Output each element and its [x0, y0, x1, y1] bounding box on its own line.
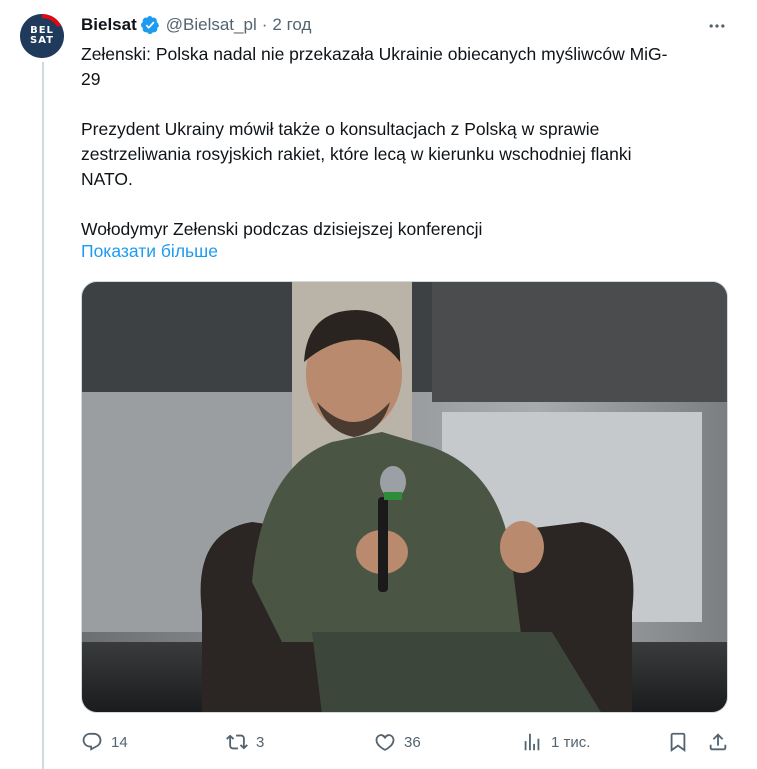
tweet-line: zestrzeliwania rosyjskich rakiet, które …: [81, 144, 632, 164]
bookmark-button[interactable]: [667, 728, 689, 756]
tweet-photo[interactable]: [81, 281, 728, 713]
avatar[interactable]: BEL SAT: [20, 14, 64, 58]
bookmark-icon: [670, 732, 686, 752]
views-button[interactable]: 1 тис.: [521, 728, 590, 756]
tweet-line: Prezydent Ukrainy mówił także o konsulta…: [81, 119, 600, 139]
tweet-line: NATO.: [81, 169, 133, 189]
like-button[interactable]: 36: [374, 728, 421, 756]
analytics-icon: [524, 733, 540, 751]
show-more-link[interactable]: Показати більше: [81, 241, 218, 262]
repost-icon: [226, 734, 248, 750]
share-button[interactable]: [707, 728, 729, 756]
tweet-header: Bielsat @Bielsat_pl · 2 год: [81, 13, 311, 37]
separator-dot: ·: [261, 15, 268, 34]
tweet-line: Zełenski: Polska nadal nie przekazała Uk…: [81, 44, 668, 64]
account-handle[interactable]: @Bielsat_pl: [166, 15, 257, 35]
avatar-logo: BEL SAT: [24, 18, 60, 54]
action-bar: 14 3 36 1 тис.: [81, 728, 731, 756]
account-name[interactable]: Bielsat: [81, 15, 137, 35]
views-count: 1 тис.: [551, 733, 591, 751]
more-horizontal-icon[interactable]: [706, 15, 728, 37]
verified-badge-icon[interactable]: [140, 15, 160, 35]
tweet-text: Zełenski: Polska nadal nie przekazała Uk…: [81, 42, 731, 242]
thread-line: [42, 62, 44, 769]
like-count: 36: [404, 733, 421, 751]
reply-icon: [82, 732, 102, 751]
heart-icon: [375, 734, 395, 751]
repost-button[interactable]: 3: [226, 728, 264, 756]
tweet-line: Wołodymyr Zełenski podczas dzisiejszej k…: [81, 219, 483, 239]
reply-count: 14: [111, 733, 128, 751]
avatar-logo-line2: SAT: [30, 35, 54, 46]
tweet-timestamp[interactable]: 2 год: [272, 15, 311, 35]
share-icon: [709, 733, 727, 751]
tweet-line: 29: [81, 69, 101, 89]
repost-count: 3: [256, 733, 265, 751]
reply-button[interactable]: 14: [81, 728, 128, 756]
